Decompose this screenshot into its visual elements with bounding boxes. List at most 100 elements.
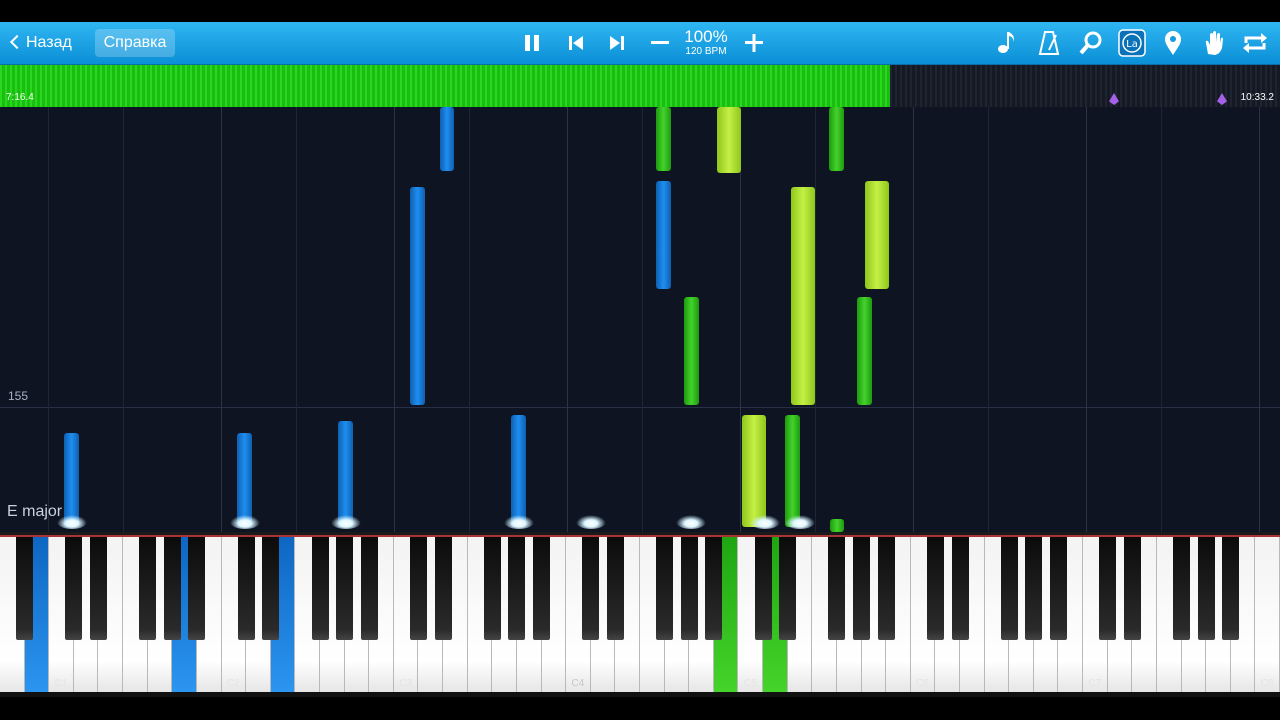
black-key[interactable] xyxy=(1222,537,1240,640)
hit-spark xyxy=(750,515,780,529)
black-key[interactable] xyxy=(853,537,871,640)
black-key[interactable] xyxy=(65,537,83,640)
black-key[interactable] xyxy=(656,537,674,640)
black-key[interactable] xyxy=(705,537,723,640)
black-key[interactable] xyxy=(163,537,181,640)
black-key[interactable] xyxy=(1173,537,1191,640)
black-key[interactable] xyxy=(508,537,526,640)
black-key[interactable] xyxy=(409,537,427,640)
black-key[interactable] xyxy=(1049,537,1067,640)
key-guide-line xyxy=(296,107,297,532)
falling-note xyxy=(656,181,671,289)
octave-label: C2 xyxy=(226,678,240,689)
black-key[interactable] xyxy=(606,537,624,640)
label-icon-text: La xyxy=(1126,39,1138,50)
previous-icon[interactable] xyxy=(561,28,591,58)
octave-line xyxy=(1086,107,1087,532)
bottom-bar xyxy=(0,697,1280,720)
speed-percent: 100% xyxy=(684,27,728,46)
falling-note xyxy=(64,433,79,527)
measure-line xyxy=(0,407,1280,408)
octave-label: C5 xyxy=(743,678,757,689)
black-key[interactable] xyxy=(237,537,255,640)
hit-spark xyxy=(331,515,361,529)
back-button[interactable]: Назад xyxy=(8,29,82,57)
song-timeline[interactable]: 7:16.4 10:33.2 xyxy=(0,65,1280,107)
falling-note xyxy=(440,107,454,171)
hand-icon[interactable] xyxy=(1199,28,1229,58)
falling-note xyxy=(511,415,526,527)
octave-line xyxy=(567,107,568,532)
label-icon[interactable]: La xyxy=(1117,28,1147,58)
key-signature-label: E major xyxy=(7,503,63,520)
help-button[interactable]: Справка xyxy=(95,29,175,57)
marker-icon[interactable] xyxy=(1158,28,1188,58)
falling-note xyxy=(684,297,699,405)
speed-display: 100% 120 BPM xyxy=(680,28,732,58)
black-key[interactable] xyxy=(1123,537,1141,640)
falling-note xyxy=(717,107,741,173)
black-key[interactable] xyxy=(434,537,452,640)
falling-note xyxy=(656,107,671,171)
octave-label: C3 xyxy=(399,678,413,689)
minus-icon[interactable] xyxy=(645,28,675,58)
black-key[interactable] xyxy=(926,537,944,640)
falling-note xyxy=(410,187,425,405)
hit-spark xyxy=(230,515,260,529)
falling-note xyxy=(742,415,766,527)
black-key[interactable] xyxy=(877,537,895,640)
tempo-bpm: 120 BPM xyxy=(685,46,727,57)
current-time: 7:16.4 xyxy=(6,92,34,103)
falling-note xyxy=(785,415,800,527)
hit-spark xyxy=(576,515,606,529)
metronome-icon[interactable] xyxy=(1034,28,1064,58)
hit-spark xyxy=(676,515,706,529)
black-key[interactable] xyxy=(336,537,354,640)
octave-label: C8 xyxy=(1260,678,1274,689)
black-key[interactable] xyxy=(360,537,378,640)
octave-label: C1 xyxy=(54,678,68,689)
falling-note xyxy=(857,297,872,405)
measure-number: 155 xyxy=(8,389,29,403)
black-key[interactable] xyxy=(89,537,107,640)
note-icon[interactable] xyxy=(992,28,1022,58)
black-key[interactable] xyxy=(139,537,157,640)
key-guide-line xyxy=(469,107,470,532)
black-key[interactable] xyxy=(1197,537,1215,640)
black-key[interactable] xyxy=(188,537,206,640)
black-key[interactable] xyxy=(779,537,797,640)
key-guide-line xyxy=(988,107,989,532)
black-key[interactable] xyxy=(828,537,846,640)
plus-icon[interactable] xyxy=(739,28,769,58)
pause-icon[interactable] xyxy=(517,28,547,58)
hit-spark xyxy=(504,515,534,529)
octave-line xyxy=(913,107,914,532)
hit-spark xyxy=(785,515,815,529)
falling-note xyxy=(865,181,889,289)
white-key[interactable]: C8 xyxy=(1255,537,1280,692)
black-key[interactable] xyxy=(951,537,969,640)
black-key[interactable] xyxy=(533,537,551,640)
next-icon[interactable] xyxy=(602,28,632,58)
key-guide-line xyxy=(48,107,49,532)
timeline-progress xyxy=(0,65,890,107)
black-key[interactable] xyxy=(16,537,34,640)
black-key[interactable] xyxy=(754,537,772,640)
key-guide-line xyxy=(1161,107,1162,532)
octave-line xyxy=(394,107,395,532)
black-key[interactable] xyxy=(582,537,600,640)
black-key[interactable] xyxy=(1099,537,1117,640)
falling-note xyxy=(829,107,844,171)
loop-icon[interactable] xyxy=(1240,28,1270,58)
octave-label: C4 xyxy=(571,678,585,689)
search-icon[interactable] xyxy=(1076,28,1106,58)
toolbar: Назад Справка 100% 120 BPM La xyxy=(0,22,1280,65)
key-guide-line xyxy=(642,107,643,532)
black-key[interactable] xyxy=(1000,537,1018,640)
black-key[interactable] xyxy=(262,537,280,640)
black-key[interactable] xyxy=(483,537,501,640)
black-key[interactable] xyxy=(311,537,329,640)
black-key[interactable] xyxy=(680,537,698,640)
black-key[interactable] xyxy=(1025,537,1043,640)
falling-note xyxy=(338,421,353,527)
